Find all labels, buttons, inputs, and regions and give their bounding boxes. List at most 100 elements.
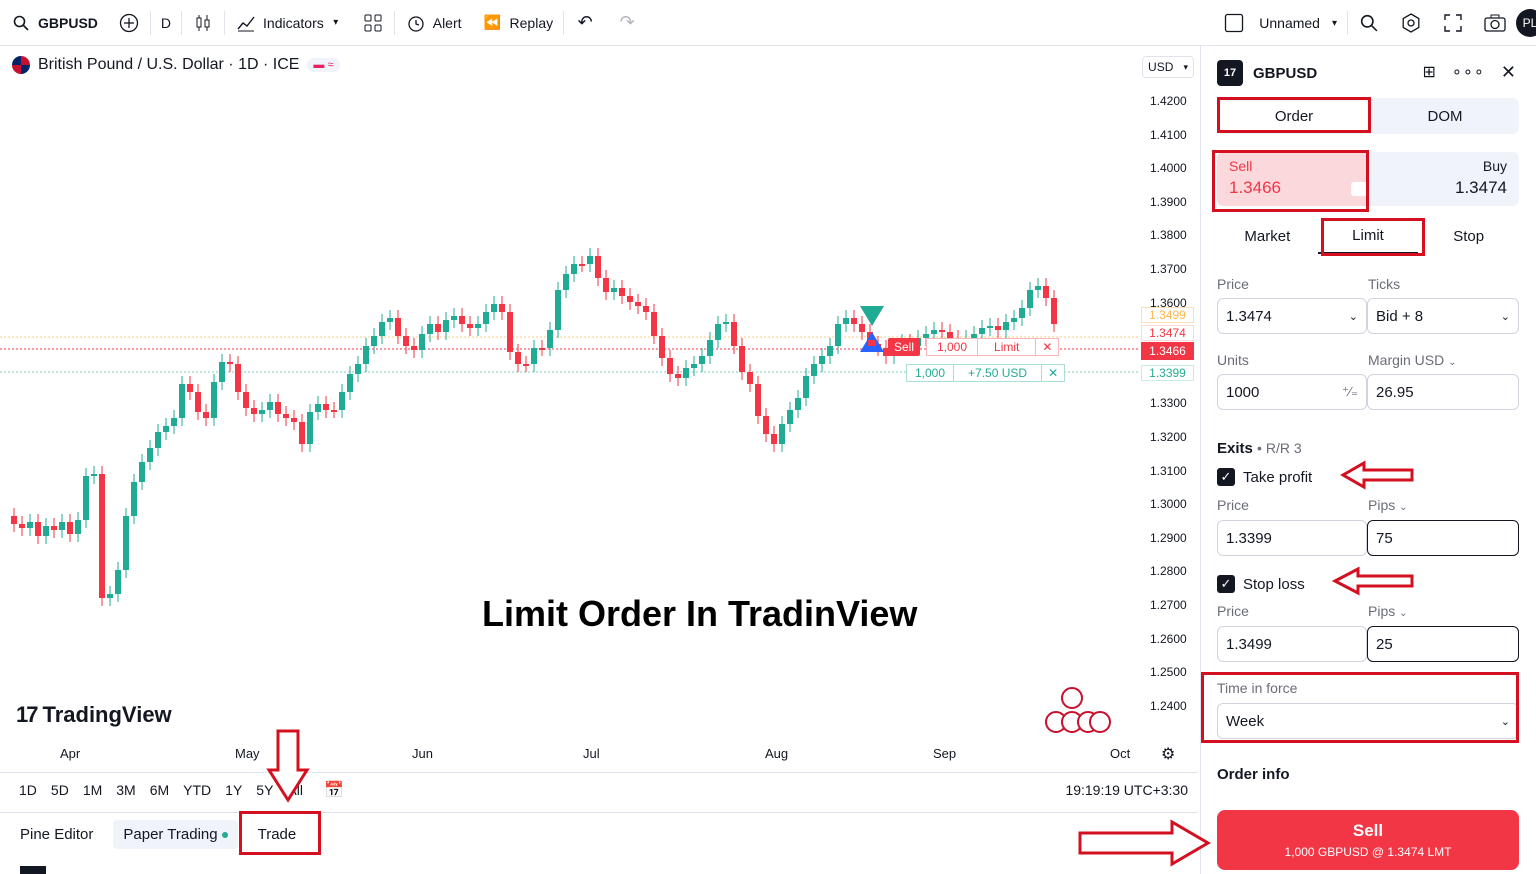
take-profit-pips-input[interactable]: 75: [1367, 520, 1519, 556]
limit-type: Limit: [978, 339, 1037, 355]
stop-loss-pips-value: 25: [1376, 635, 1393, 653]
economic-events-icon[interactable]: [1042, 684, 1112, 734]
candle-body: [979, 328, 985, 334]
tab-pine-editor[interactable]: Pine Editor: [10, 820, 103, 849]
range-ytd[interactable]: YTD: [176, 782, 218, 798]
tp-pips-label[interactable]: Pips ⌄: [1368, 497, 1408, 513]
order-type-market[interactable]: Market: [1217, 218, 1318, 254]
candle-body: [195, 392, 201, 412]
candle-body: [539, 348, 545, 350]
margin-label[interactable]: Margin USD ⌄: [1368, 352, 1457, 368]
chart-type-button[interactable]: [182, 0, 224, 46]
indicators-button[interactable]: Indicators ▾: [225, 0, 352, 46]
candle-body: [235, 364, 241, 392]
candle-body: [427, 324, 433, 334]
order-info-heading[interactable]: Order info: [1217, 766, 1290, 783]
candle-body: [651, 312, 657, 336]
stop-loss-pips-input[interactable]: 25: [1367, 626, 1519, 662]
candle-body: [11, 516, 17, 524]
chevron-down-icon: ▾: [1331, 17, 1337, 29]
sell-side-button[interactable]: Sell 1.3466: [1217, 152, 1369, 206]
candle-body: [811, 364, 817, 376]
take-profit-toggle[interactable]: ✓ Take profit: [1217, 468, 1312, 486]
undo-button[interactable]: ↶: [564, 0, 606, 46]
submit-sell-label: Sell: [1352, 821, 1384, 840]
price-axis-label: 1.4200: [1150, 94, 1187, 108]
sell-order-label[interactable]: Sell: [888, 338, 921, 356]
range-6m[interactable]: 6M: [143, 782, 176, 798]
settings-button[interactable]: [1390, 0, 1432, 46]
symbol-search[interactable]: GBPUSD: [0, 0, 108, 46]
units-input[interactable]: 1000 ⁺∕₌: [1217, 374, 1367, 410]
range-1y[interactable]: 1Y: [218, 782, 249, 798]
calculator-icon[interactable]: ⁺∕₌: [1342, 384, 1358, 400]
fullscreen-button[interactable]: [1432, 0, 1474, 46]
candle-body: [1003, 322, 1009, 330]
limit-price-input[interactable]: 1.3474 ⌄: [1217, 298, 1367, 334]
range-3m[interactable]: 3M: [109, 782, 142, 798]
exits-label: Exits: [1217, 440, 1253, 457]
month-label: Apr: [60, 746, 81, 761]
submit-sell-button[interactable]: Sell 1,000 GBPUSD @ 1.3474 LMT: [1217, 810, 1519, 870]
more-icon[interactable]: ∘∘∘: [1452, 62, 1485, 83]
order-type-stop[interactable]: Stop: [1418, 218, 1519, 254]
gear-icon[interactable]: ⚙: [1161, 744, 1175, 764]
quick-search-button[interactable]: [1348, 0, 1390, 46]
close-icon[interactable]: ✕: [1036, 339, 1058, 355]
grid-icon: [362, 12, 384, 34]
tradingview-watermark: 17 TradingView: [16, 702, 172, 728]
stop-loss-price-input[interactable]: 1.3499: [1217, 626, 1367, 662]
time-in-force-select[interactable]: Week ⌄: [1217, 703, 1519, 739]
chart-pane[interactable]: British Pound / U.S. Dollar · 1D · ICE ▬…: [0, 46, 1198, 810]
stop-loss-toggle[interactable]: ✓ Stop loss: [1217, 575, 1305, 593]
units-value: 1000: [1226, 383, 1260, 401]
interval-button[interactable]: D: [151, 0, 181, 46]
tab-trade[interactable]: Trade: [248, 820, 307, 849]
candle-body: [1019, 308, 1025, 318]
candle-body: [371, 336, 377, 346]
currency-selector[interactable]: USD ▾: [1142, 56, 1194, 78]
candle-body: [363, 346, 369, 364]
tab-dom[interactable]: DOM: [1371, 98, 1519, 134]
candle-body: [523, 364, 529, 366]
tab-order[interactable]: Order: [1220, 101, 1368, 131]
layout-button[interactable]: Unnamed ▾: [1213, 0, 1347, 46]
range-1m[interactable]: 1M: [76, 782, 109, 798]
range-1d[interactable]: 1D: [12, 782, 44, 798]
snapshot-button[interactable]: [1474, 0, 1516, 46]
undo-icon: ↶: [577, 12, 593, 32]
compare-button[interactable]: [108, 0, 150, 46]
avatar[interactable]: PL: [1516, 9, 1536, 37]
clock[interactable]: 19:19:19 UTC+3:30: [1065, 782, 1188, 798]
close-icon[interactable]: ✕: [1042, 365, 1064, 381]
candle-body: [723, 322, 729, 324]
buy-side-button[interactable]: Buy 1.3474: [1369, 152, 1519, 206]
candle-body: [339, 392, 345, 410]
tp-value: +7.50 USD: [954, 365, 1043, 381]
ticks-select[interactable]: Bid + 8 ⌄: [1367, 298, 1519, 334]
take-profit-line-label[interactable]: 1,000 +7.50 USD ✕: [906, 364, 1066, 382]
limit-order-line-label[interactable]: 1,000 Limit ✕: [926, 338, 1060, 356]
add-widget-icon[interactable]: ⊞: [1422, 62, 1435, 83]
close-icon[interactable]: ✕: [1501, 62, 1516, 83]
chevron-down-icon: ⌄: [1399, 608, 1408, 619]
replay-button[interactable]: ⏪ Replay: [472, 0, 564, 46]
candle-body: [731, 322, 737, 346]
candle-body: [547, 330, 553, 348]
templates-button[interactable]: [352, 0, 394, 46]
alert-button[interactable]: Alert: [395, 0, 472, 46]
take-profit-price-input[interactable]: 1.3399: [1217, 520, 1367, 556]
tab-paper-trading[interactable]: Paper Trading: [113, 820, 238, 849]
checkbox-checked-icon[interactable]: ✓: [1217, 575, 1235, 593]
redo-button[interactable]: ↷: [606, 0, 648, 46]
checkbox-checked-icon[interactable]: ✓: [1217, 468, 1235, 486]
candle-body: [715, 324, 721, 340]
range-5d[interactable]: 5D: [44, 782, 76, 798]
sl-pips-label[interactable]: Pips ⌄: [1368, 603, 1408, 619]
calendar-icon[interactable]: 📅: [324, 780, 344, 800]
order-type-limit[interactable]: Limit: [1317, 218, 1419, 254]
candle-body: [139, 462, 145, 482]
price-axis-label: 1.2500: [1150, 665, 1187, 680]
price-axis-label: 1.2700: [1150, 598, 1187, 612]
candle-body: [707, 340, 713, 356]
